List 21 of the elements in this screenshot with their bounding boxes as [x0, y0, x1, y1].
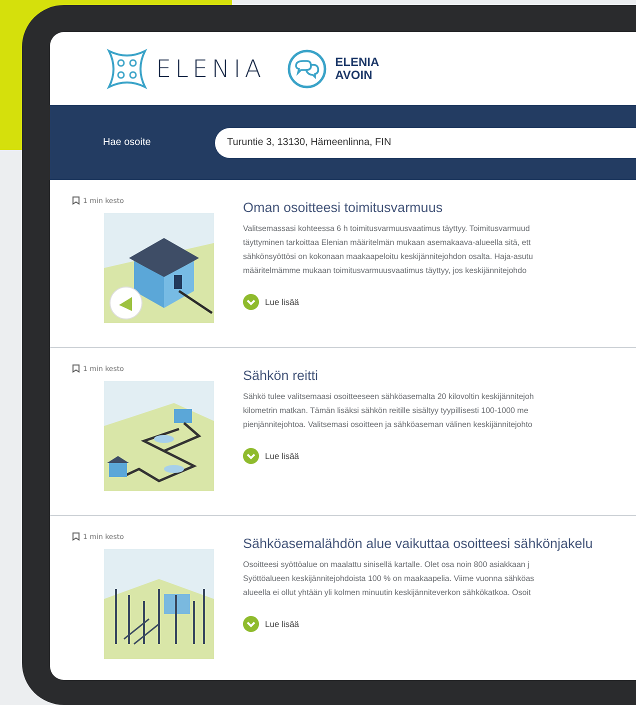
check-circle-icon — [243, 448, 259, 464]
article-text: Valitsemassasi kohteessa 6 h toimitusvarmuusvaatimus täyttyy. Toimitusvarmuud täyttyminen tarkoittaa Elenian määritelmän mukaan asemakaava-alueella sitä, ett sähkönsyöttösi on kokonaan maakaapeloitu keskijännitejohdon osalta. Haja-asutu määritelmämme mukaan toimitusvarmuusvaatimus täyttyy, jos keskijännitejohdo — [243, 223, 534, 277]
article-title: Sähköasemalähdön alue vaikuttaa osoitteesi sähkönjakelu — [243, 536, 594, 551]
read-more-link[interactable]: Lue lisää — [243, 616, 300, 632]
article-text: Osoitteesi syöttöalue on maalattu sinisellä kartalle. Olet osa noin 800 asiakkaan j Syöttöalueen keskijännitejohdoista 100 % on maakaapelia. Viime vuonna sähköas alueella ei ollut yhtään yli kolmen minuutin keskijänniteverkon sähkökatkoa. Osoit — [243, 559, 536, 599]
star-logo-icon — [106, 48, 148, 90]
bookmark-icon — [72, 364, 80, 373]
article-text: Sähkö tulee valitsemaasi osoitteeseen sähköasemalta 20 kilovoltin keskijännitejoh kilometrin matkan. Tämän lisäksi sähkön reitille sisältyy tyypillisesti 100-1000 me pienjännitejohtoa. Valitsemasi osoitteen ja sähköaseman välinen keskijännitejohto — [243, 391, 535, 431]
article-title: Sähkön reitti — [243, 368, 320, 383]
bookmark-icon — [72, 532, 80, 541]
article-title: Oman osoitteesi toimitusvarmuus — [243, 200, 444, 215]
read-more-link[interactable]: Lue lisää — [243, 294, 300, 310]
read-more-link[interactable]: Lue lisää — [243, 448, 300, 464]
check-circle-icon — [243, 616, 259, 632]
address-search-field[interactable]: Turuntie 3, 13130, Hämeenlinna, FIN — [215, 128, 636, 158]
bookmark-icon — [72, 196, 80, 205]
check-circle-icon — [243, 294, 259, 310]
search-label: Hae osoite — [102, 137, 152, 148]
sub-brand-name: ELENIA AVOIN — [335, 56, 380, 82]
speech-bubbles-logo-icon — [287, 48, 328, 88]
brand-name: ELENIA — [156, 54, 266, 82]
